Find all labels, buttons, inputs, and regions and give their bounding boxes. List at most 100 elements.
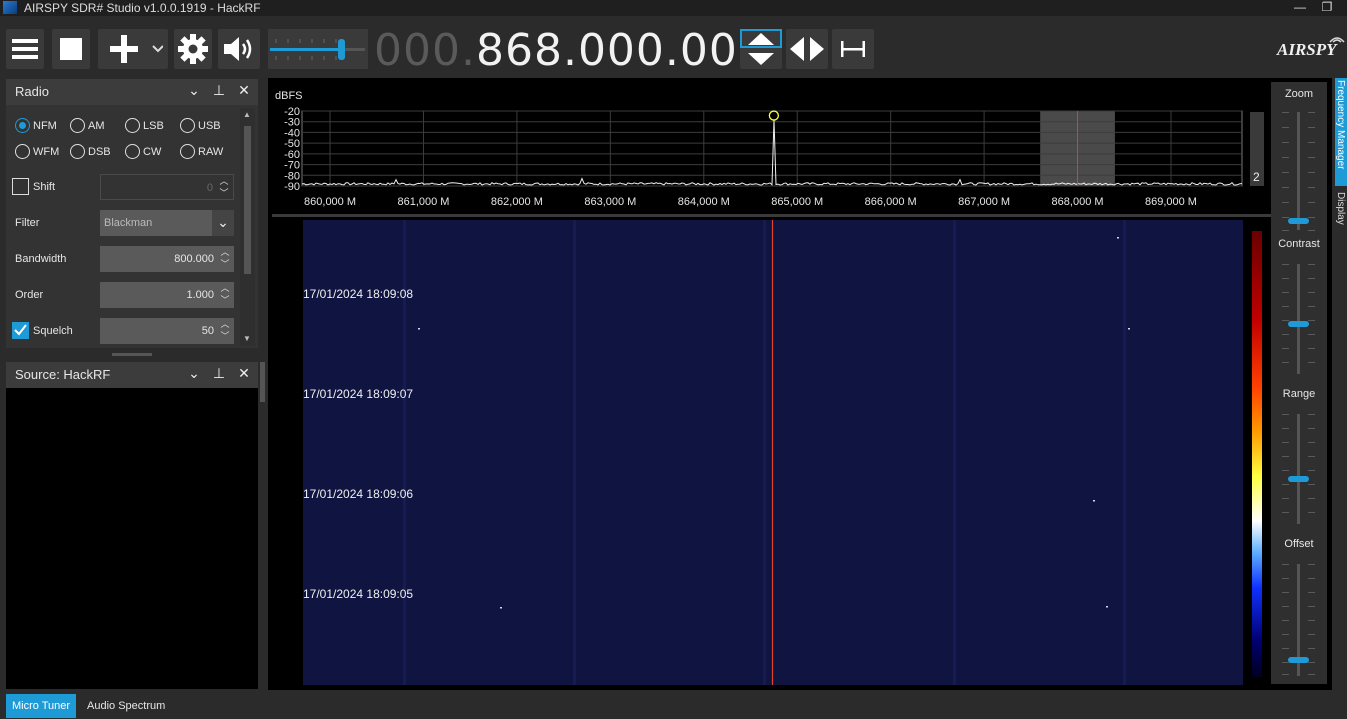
order-value: 1.000 (186, 289, 214, 301)
mode-wfm-radio[interactable]: WFM (15, 144, 59, 159)
range-slider-track[interactable] (1297, 414, 1300, 524)
close-icon[interactable]: ✕ (236, 82, 252, 100)
source-panel-header: Source: HackRF ⌄ ⊥ ✕ (6, 362, 258, 388)
checkmark-icon (14, 324, 27, 336)
contrast-label: Contrast (1278, 238, 1320, 250)
scroll-down-icon[interactable]: ▼ (243, 334, 251, 343)
waterfall-band (573, 220, 576, 685)
squelch-input[interactable]: 50 ︿ ﹀ (100, 318, 234, 344)
mode-label: AM (88, 119, 105, 132)
stop-button[interactable] (52, 29, 90, 69)
bandwidth-input[interactable]: 800.000 ︿ ﹀ (100, 246, 234, 272)
logo-waves-icon (1329, 37, 1345, 43)
chevron-down-icon[interactable]: ⌄ (186, 82, 202, 100)
frequency-step-up-down-button[interactable] (740, 29, 782, 69)
range-slider[interactable] (1288, 476, 1309, 482)
mode-usb-radio[interactable]: USB (180, 118, 221, 133)
mode-dsb-radio[interactable]: DSB (70, 144, 111, 159)
minimize-button[interactable]: — (1290, 0, 1310, 16)
zoom-slider-track[interactable] (1297, 112, 1300, 230)
spinner-arrows-icon[interactable]: ︿ ﹀ (216, 246, 234, 272)
radio-panel-scrollbar[interactable]: ▲ ▼ (240, 108, 255, 346)
pin-icon[interactable]: ⊥ (211, 82, 227, 100)
waterfall-timestamp: 17/01/2024 18:09:07 (303, 387, 414, 401)
x-tick-label: 869,000 M (1145, 196, 1197, 208)
waterfall-timestamp: 17/01/2024 18:09:08 (303, 287, 414, 301)
radio-icon (125, 118, 140, 133)
shift-value: 0 (206, 182, 213, 194)
offset-label: Offset (1284, 538, 1314, 550)
panel-splitter[interactable] (112, 353, 152, 356)
zoom-label: Zoom (1284, 88, 1314, 100)
frequency-display[interactable]: 000.868.000.000 (374, 25, 767, 76)
waterfall-color-scale (1252, 231, 1262, 677)
zoom-slider[interactable] (1288, 218, 1309, 224)
add-button[interactable] (98, 29, 168, 69)
scrollbar-thumb[interactable] (244, 126, 251, 274)
scroll-up-icon[interactable]: ▲ (243, 110, 251, 119)
waterfall-speckle (418, 328, 420, 330)
tab-audio-spectrum[interactable]: Audio Spectrum (81, 694, 171, 718)
settings-button[interactable] (174, 29, 212, 69)
offset-slider[interactable] (1288, 657, 1309, 663)
mode-raw-radio[interactable]: RAW (180, 144, 223, 159)
close-icon[interactable]: ✕ (236, 365, 252, 383)
menu-button[interactable] (6, 29, 44, 69)
pin-icon[interactable]: ⊥ (211, 365, 227, 383)
spinner-arrows-icon[interactable]: ︿ ﹀ (215, 175, 233, 201)
mode-nfm-radio[interactable]: NFM (15, 118, 57, 133)
spectrum-side-bar[interactable]: 2 (1250, 112, 1264, 186)
filter-value: Blackman (104, 217, 153, 229)
radio-selected-icon (15, 118, 30, 133)
y-tick-label: -90 (284, 181, 300, 193)
waterfall-display[interactable] (303, 220, 1243, 685)
mode-cw-radio[interactable]: CW (125, 144, 161, 159)
volume-slider[interactable] (268, 29, 368, 69)
mode-am-radio[interactable]: AM (70, 118, 105, 133)
shift-checkbox[interactable] (12, 178, 29, 195)
tab-micro-tuner[interactable]: Micro Tuner (6, 694, 77, 718)
plus-icon (110, 35, 163, 63)
radio-panel-header: Radio ⌄ ⊥ ✕ (6, 79, 258, 105)
mode-lsb-radio[interactable]: LSB (125, 118, 164, 133)
mode-label: DSB (88, 145, 111, 158)
up-down-arrows-icon (740, 29, 782, 65)
source-panel-title: Source: HackRF (15, 367, 111, 382)
audio-mute-button[interactable] (218, 29, 260, 69)
radio-icon (125, 144, 140, 159)
order-label: Order (15, 289, 44, 301)
spinner-arrows-icon[interactable]: ︿ ﹀ (216, 282, 234, 308)
filter-select[interactable]: Blackman ⌄ (100, 210, 234, 236)
contrast-slider-track[interactable] (1297, 264, 1300, 374)
chevron-down-icon[interactable]: ⌄ (212, 210, 234, 236)
sidebar-scrollbar[interactable] (260, 362, 265, 402)
span-button[interactable] (832, 29, 874, 69)
tab-display-label: Display (1335, 192, 1346, 225)
x-tick-label: 863,000 M (584, 196, 636, 208)
chevron-down-icon[interactable]: ⌄ (186, 365, 202, 383)
tab-frequency-manager-label: Frequency Manager (1335, 80, 1346, 170)
order-input[interactable]: 1.000 ︿ ﹀ (100, 282, 234, 308)
tab-frequency-manager[interactable]: Frequency Manager (1335, 78, 1347, 186)
frequency-left-right-button[interactable] (786, 29, 828, 69)
mode-label: WFM (33, 145, 60, 158)
waterfall-band (763, 220, 766, 685)
restore-button[interactable]: ❐ (1317, 0, 1337, 16)
spectrum-plot[interactable]: -20-30-40-50-60-70-80-90860,000 M 861,000… (270, 100, 1270, 212)
x-tick-label: 867,000 M (958, 196, 1010, 208)
waterfall-speckle (1117, 237, 1119, 239)
mode-label: LSB (143, 119, 164, 132)
spectrum-waterfall-splitter[interactable] (272, 214, 1272, 217)
mode-label: RAW (198, 145, 224, 158)
shift-input[interactable]: 0 ︿ ﹀ (100, 174, 234, 200)
x-tick-label: 860,000 M (304, 196, 356, 208)
source-panel-body (6, 388, 258, 689)
spinner-arrows-icon[interactable]: ︿ ﹀ (216, 318, 234, 344)
title-bar: AIRSPY SDR# Studio v1.0.0.1919 - HackRF … (0, 0, 1347, 16)
radio-icon (70, 118, 85, 133)
tab-display[interactable]: Display (1335, 190, 1347, 232)
squelch-checkbox[interactable] (12, 322, 29, 339)
radio-icon (15, 144, 30, 159)
contrast-slider[interactable] (1288, 321, 1309, 327)
waterfall-band (953, 220, 956, 685)
